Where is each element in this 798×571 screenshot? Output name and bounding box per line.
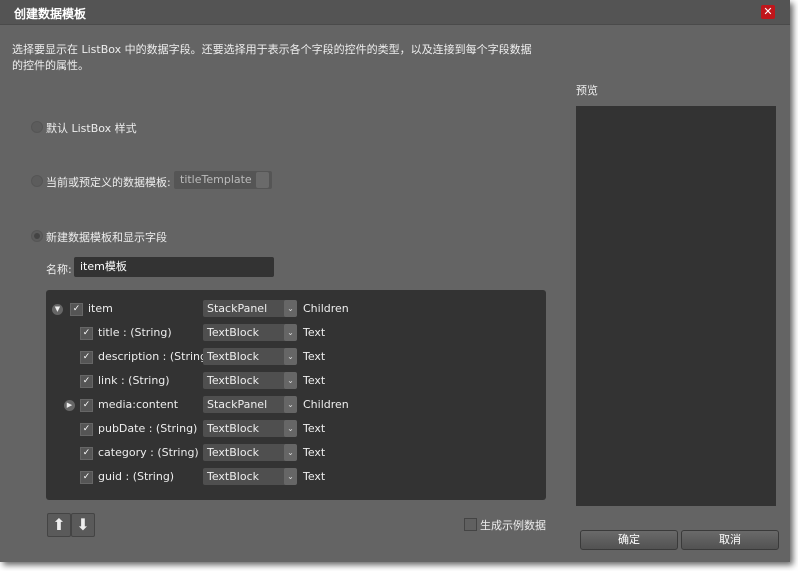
field-checkbox[interactable]: ✓ — [80, 447, 93, 460]
control-type-select[interactable]: TextBlock — [203, 348, 289, 365]
field-label: item — [88, 302, 113, 315]
tree-row[interactable]: ▶ ✓ media:content StackPanel ⌄ Children — [46, 396, 546, 414]
control-type-select[interactable]: TextBlock — [203, 444, 289, 461]
bound-property: Text — [303, 374, 326, 387]
bound-property: Text — [303, 470, 326, 483]
radio-new-template[interactable] — [31, 230, 43, 242]
tree-row[interactable]: ✓ category : (String) TextBlock ⌄ Text — [46, 444, 546, 462]
existing-template-combo[interactable]: titleTemplate — [174, 171, 272, 189]
sample-data-checkbox[interactable] — [464, 518, 477, 531]
name-label: 名称: — [46, 263, 72, 276]
close-icon[interactable]: ✕ — [761, 5, 775, 19]
preview-panel — [576, 106, 776, 506]
bound-property: Text — [303, 446, 326, 459]
bound-property: Text — [303, 326, 326, 339]
radio-existing-template[interactable] — [31, 175, 43, 187]
title-bar: 创建数据模板 ✕ — [0, 0, 790, 25]
field-checkbox[interactable]: ✓ — [80, 327, 93, 340]
preview-label: 预览 — [576, 84, 598, 97]
tree-row[interactable]: ▼ ✓ item StackPanel ⌄ Children — [46, 300, 546, 318]
tree-row[interactable]: ✓ link : (String) TextBlock ⌄ Text — [46, 372, 546, 390]
field-label: description : (String) — [98, 350, 212, 363]
tree-row[interactable]: ✓ pubDate : (String) TextBlock ⌄ Text — [46, 420, 546, 438]
name-input[interactable]: item模板 — [74, 257, 274, 277]
field-label: category : (String) — [98, 446, 199, 459]
dialog-description: 选择要显示在 ListBox 中的数据字段。还要选择用于表示各个字段的控件的类型… — [12, 43, 532, 72]
tree-row[interactable]: ✓ title : (String) TextBlock ⌄ Text — [46, 324, 546, 342]
chevron-down-icon[interactable]: ⌄ — [284, 300, 297, 317]
tree-row[interactable]: ✓ description : (String) TextBlock ⌄ Text — [46, 348, 546, 366]
combo-dropdown-button[interactable] — [256, 172, 269, 188]
expand-down-icon[interactable]: ▼ — [52, 304, 63, 315]
field-label: pubDate : (String) — [98, 422, 198, 435]
field-checkbox[interactable]: ✓ — [80, 351, 93, 364]
dialog-title: 创建数据模板 — [14, 7, 87, 21]
control-type-select[interactable]: TextBlock — [203, 468, 289, 485]
bound-property: Text — [303, 350, 326, 363]
move-down-button[interactable]: ⬇ — [71, 513, 95, 537]
field-checkbox[interactable]: ✓ — [80, 375, 93, 388]
field-checkbox[interactable]: ✓ — [80, 423, 93, 436]
control-type-select[interactable]: TextBlock — [203, 324, 289, 341]
chevron-down-icon[interactable]: ⌄ — [284, 420, 297, 437]
chevron-down-icon[interactable]: ⌄ — [284, 396, 297, 413]
tree-row[interactable]: ✓ guid : (String) TextBlock ⌄ Text — [46, 468, 546, 486]
field-checkbox[interactable]: ✓ — [70, 303, 83, 316]
chevron-down-icon[interactable]: ⌄ — [284, 324, 297, 341]
field-label: guid : (String) — [98, 470, 175, 483]
expand-right-icon[interactable]: ▶ — [64, 400, 75, 411]
cancel-button[interactable]: 取消 — [681, 530, 779, 550]
chevron-down-icon[interactable]: ⌄ — [284, 444, 297, 461]
control-type-select[interactable]: TextBlock — [203, 420, 289, 437]
control-type-select[interactable]: TextBlock — [203, 372, 289, 389]
chevron-down-icon[interactable]: ⌄ — [284, 372, 297, 389]
create-data-template-dialog: 创建数据模板 ✕ 选择要显示在 ListBox 中的数据字段。还要选择用于表示各… — [0, 0, 790, 562]
existing-template-label: 当前或预定义的数据模板: — [46, 176, 171, 189]
control-type-select[interactable]: StackPanel — [203, 396, 289, 413]
field-checkbox[interactable]: ✓ — [80, 471, 93, 484]
field-tree: ▼ ✓ item StackPanel ⌄ Children ✓ title : (Strin… — [46, 290, 546, 500]
ok-button[interactable]: 确定 — [580, 530, 678, 550]
radio-default-style[interactable] — [31, 121, 43, 133]
sample-data-label: 生成示例数据 — [480, 519, 546, 532]
new-template-label: 新建数据模板和显示字段 — [46, 231, 167, 244]
default-style-label: 默认 ListBox 样式 — [46, 122, 137, 135]
chevron-down-icon[interactable]: ⌄ — [284, 468, 297, 485]
field-label: title : (String) — [98, 326, 172, 339]
field-label: media:content — [98, 398, 179, 411]
field-checkbox[interactable]: ✓ — [80, 399, 93, 412]
chevron-down-icon[interactable]: ⌄ — [284, 348, 297, 365]
bound-property: Children — [303, 302, 349, 315]
move-up-button[interactable]: ⬆ — [47, 513, 71, 537]
bound-property: Text — [303, 422, 326, 435]
bound-property: Children — [303, 398, 349, 411]
field-label: link : (String) — [98, 374, 170, 387]
control-type-select[interactable]: StackPanel — [203, 300, 289, 317]
existing-template-value: titleTemplate — [180, 173, 252, 186]
